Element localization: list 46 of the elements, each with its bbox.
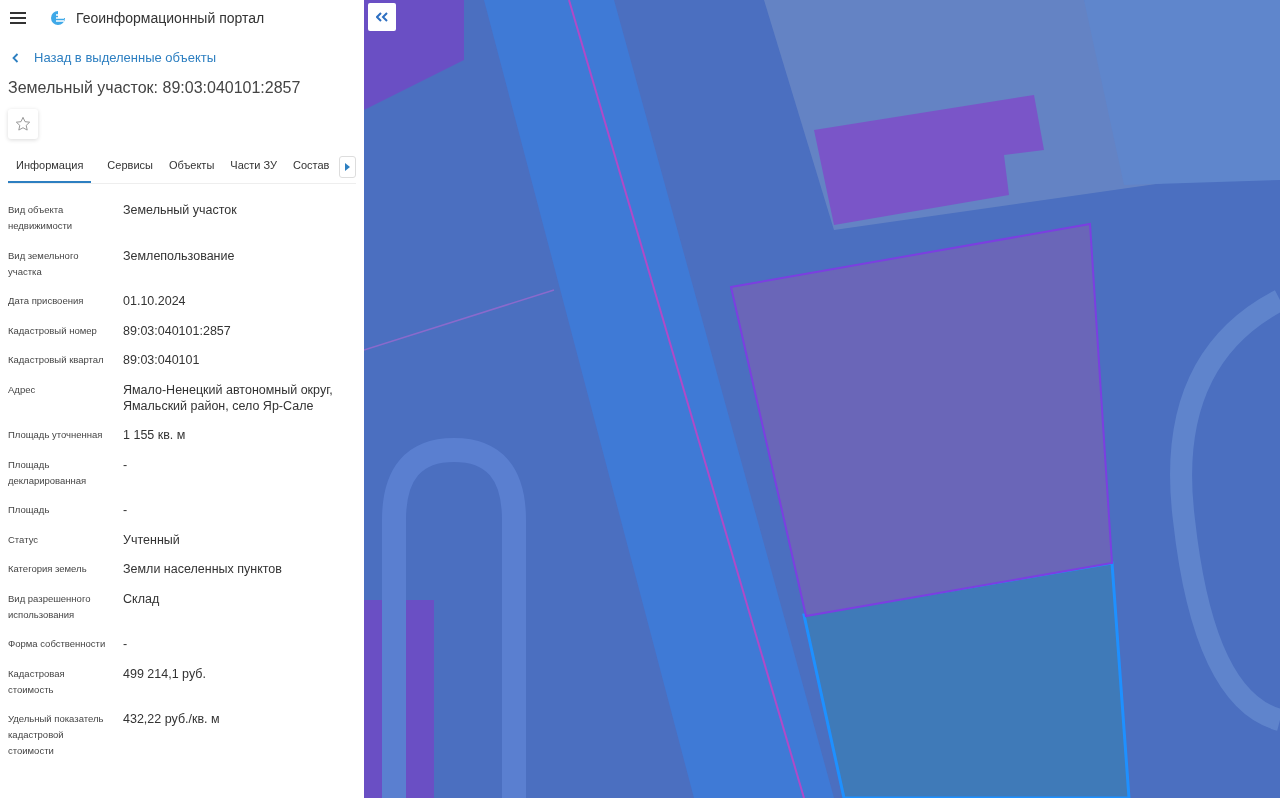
property-label: Удельный показатель кадастровой стоимости bbox=[8, 712, 105, 758]
property-value: 89:03:040101 bbox=[123, 352, 200, 368]
tab[interactable]: Информация bbox=[8, 151, 92, 183]
property-label: Вид разрешенного использования bbox=[8, 591, 92, 622]
property-value: Землепользование bbox=[123, 247, 235, 265]
tab[interactable]: Сервисы bbox=[99, 151, 161, 183]
tab[interactable]: Состав bbox=[285, 151, 338, 183]
double-chevron-left-icon bbox=[376, 12, 388, 22]
tab[interactable]: Части ЗУ bbox=[222, 151, 285, 183]
property-value: - bbox=[123, 636, 128, 652]
chevron-left-icon bbox=[12, 52, 19, 63]
property-value: - bbox=[123, 502, 128, 518]
logo-icon bbox=[50, 10, 66, 26]
property-label: Статус bbox=[8, 532, 40, 547]
property-value: Земли населенных пунктов bbox=[123, 561, 282, 577]
property-value: - bbox=[123, 456, 128, 474]
property-value: 432,22 руб./кв. м bbox=[123, 711, 220, 728]
menu-icon[interactable] bbox=[10, 12, 26, 24]
property-label: Категория земель bbox=[8, 562, 88, 576]
property-label: Кадастровый номер bbox=[8, 323, 98, 338]
property-value: Склад bbox=[123, 590, 160, 608]
star-icon bbox=[15, 116, 31, 132]
property-label: Площадь уточненная bbox=[8, 428, 104, 442]
property-value: 01.10.2024 bbox=[123, 293, 186, 309]
property-label: Вид земельного участка bbox=[8, 248, 80, 279]
property-value: 89:03:040101:2857 bbox=[123, 322, 231, 339]
portal-title: Геоинформационный портал bbox=[76, 10, 265, 26]
property-value: 499 214,1 руб. bbox=[123, 665, 206, 683]
property-label: Кадастровая стоимость bbox=[8, 666, 66, 697]
property-value: Учтенный bbox=[123, 531, 180, 548]
collapse-panel-button[interactable] bbox=[368, 3, 396, 31]
property-value: 1 155 кв. м bbox=[123, 427, 186, 443]
tab[interactable]: Объекты bbox=[160, 151, 223, 183]
property-value: Ямало-Ненецкий автономный округ, Ямальский район, село Яр-Сале bbox=[123, 381, 334, 414]
back-link[interactable]: Назад в выделенные объекты bbox=[12, 50, 356, 65]
property-label: Площадь декларированная bbox=[8, 457, 88, 488]
property-label: Дата присвоения bbox=[8, 294, 85, 308]
property-value: Земельный участок bbox=[123, 202, 237, 219]
property-label: Площадь bbox=[8, 503, 51, 517]
property-label: Адрес bbox=[8, 382, 37, 397]
property-label: Вид объекта недвижимости bbox=[8, 203, 74, 233]
property-label: Кадастровый квартал bbox=[8, 353, 105, 367]
tabs-scroll-button[interactable] bbox=[339, 156, 356, 178]
triangle-right-icon bbox=[345, 163, 351, 171]
property-label: Форма собственности bbox=[8, 637, 107, 651]
object-title: Земельный участок: 89:03:040101:2857 bbox=[8, 79, 302, 97]
